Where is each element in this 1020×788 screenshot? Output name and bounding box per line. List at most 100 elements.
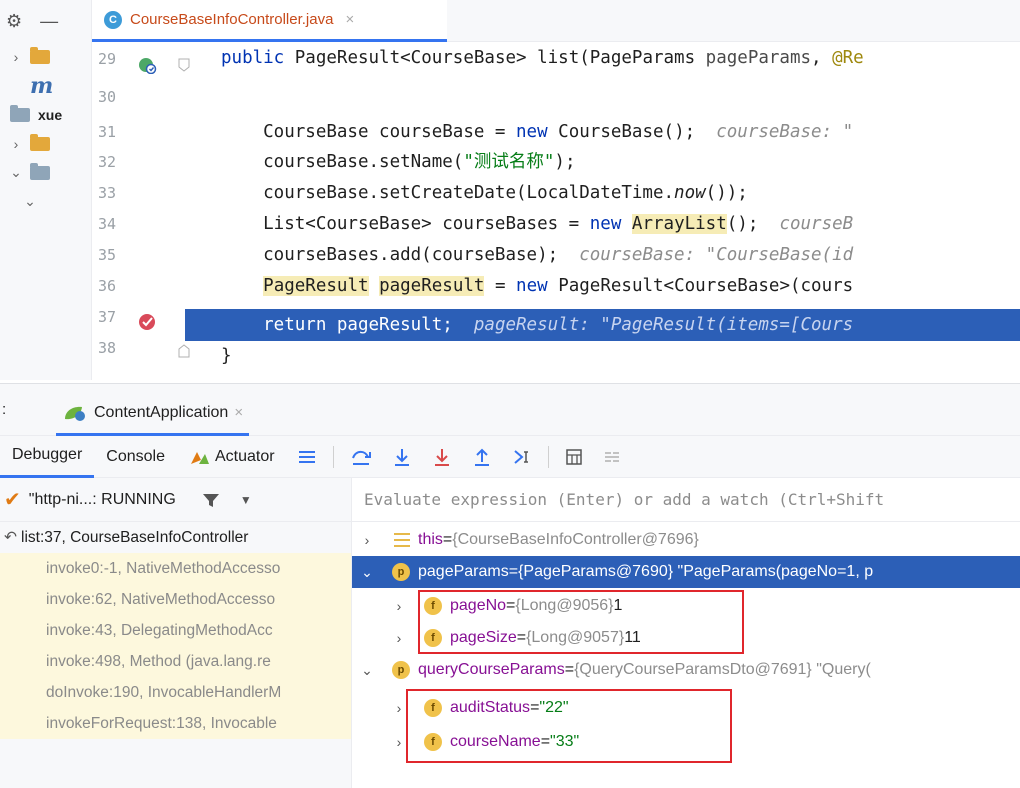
line-number: 30 bbox=[98, 88, 117, 106]
variables-panel: Evaluate expression (Enter) or add a wat… bbox=[352, 478, 1020, 788]
actuator-label: Actuator bbox=[214, 447, 275, 465]
filter-icon[interactable] bbox=[202, 492, 220, 508]
project-tree-item[interactable]: › bbox=[0, 129, 91, 158]
object-icon bbox=[394, 533, 410, 547]
variable-row-querycourseparams[interactable]: ⌄ p queryCourseParams = {QueryCoursePara… bbox=[352, 654, 1020, 686]
tool-window-label: : bbox=[2, 401, 7, 418]
folder-icon bbox=[30, 46, 50, 64]
variable-row-pageparams[interactable]: ⌄ p pageParams = {PageParams@7690} "Page… bbox=[352, 556, 1020, 588]
run-to-cursor-icon[interactable] bbox=[512, 447, 532, 467]
thread-selector[interactable]: ✔ "http-ni...: RUNNING ▼ bbox=[0, 478, 351, 522]
stack-frame[interactable]: ↶ list:37, CourseBaseInfoController bbox=[0, 522, 351, 553]
step-into-icon[interactable] bbox=[392, 447, 412, 467]
chevron-right-icon[interactable]: › bbox=[10, 136, 22, 152]
minimize-icon[interactable]: — bbox=[40, 11, 58, 32]
code-line-38: } bbox=[221, 346, 232, 366]
tab-console[interactable]: Console bbox=[94, 436, 177, 478]
evaluate-expression-input[interactable]: Evaluate expression (Enter) or add a wat… bbox=[352, 478, 1020, 522]
stack-frame[interactable]: invokeForRequest:138, Invocable bbox=[0, 708, 351, 739]
folder-icon bbox=[30, 133, 50, 151]
line-number: 37 bbox=[98, 308, 117, 326]
annotation-box-query-fields bbox=[406, 689, 732, 763]
code-line-36: PageResult pageResult = new PageResult<C… bbox=[263, 276, 854, 296]
annotation-box-page-fields bbox=[418, 590, 744, 654]
line-number: 29 bbox=[98, 50, 117, 68]
chevron-right-icon[interactable]: › bbox=[392, 734, 406, 750]
chevron-right-icon[interactable]: › bbox=[392, 700, 406, 716]
fold-end-icon[interactable] bbox=[178, 344, 190, 358]
stack-frame[interactable]: invoke:43, DelegatingMethodAcc bbox=[0, 615, 351, 646]
line-number: 31 bbox=[98, 123, 117, 141]
chevron-down-icon[interactable]: ⌄ bbox=[10, 164, 22, 181]
line-number: 38 bbox=[98, 339, 117, 357]
chevron-down-icon[interactable]: ⌄ bbox=[24, 193, 36, 210]
line-number: 35 bbox=[98, 246, 117, 264]
method-override-icon[interactable] bbox=[137, 54, 157, 74]
project-toolbar: ⚙ — bbox=[0, 0, 91, 42]
debugger-toolbar: Debugger Console Actuator bbox=[0, 436, 1020, 478]
fold-icon[interactable] bbox=[178, 58, 190, 72]
module-folder-icon bbox=[30, 162, 50, 180]
debug-tool-window: : ContentApplication × Debugger Console … bbox=[0, 383, 1020, 788]
chevron-right-icon[interactable]: › bbox=[360, 532, 374, 548]
force-step-into-icon[interactable] bbox=[432, 447, 452, 467]
stack-frame[interactable]: invoke:498, Method (java.lang.re bbox=[0, 646, 351, 677]
code-line-33: courseBase.setCreateDate(LocalDateTime.n… bbox=[221, 183, 748, 203]
trace-stream-icon[interactable] bbox=[603, 448, 621, 466]
layout-menu-icon[interactable] bbox=[297, 449, 317, 465]
parameter-icon: p bbox=[392, 563, 410, 581]
code-line-35: courseBases.add(courseBase); courseBase:… bbox=[221, 245, 854, 265]
chevron-down-icon[interactable]: ▼ bbox=[240, 493, 252, 507]
run-tab-label: ContentApplication bbox=[94, 403, 229, 421]
parameter-icon: p bbox=[392, 661, 410, 679]
thread-label: "http-ni...: RUNNING bbox=[28, 490, 176, 508]
maven-icon: m bbox=[30, 72, 54, 99]
step-out-icon[interactable] bbox=[472, 447, 492, 467]
chevron-down-icon[interactable]: ⌄ bbox=[360, 662, 374, 679]
stack-frame[interactable]: doInvoke:190, InvocableHandlerM bbox=[0, 677, 351, 708]
return-arrow-icon: ↶ bbox=[4, 529, 17, 546]
tab-debugger[interactable]: Debugger bbox=[0, 436, 95, 478]
project-tree-item[interactable]: ⌄ bbox=[0, 158, 91, 187]
project-tree-label: xue bbox=[38, 106, 63, 123]
code-line-32: courseBase.setName("测试名称"); bbox=[221, 152, 576, 172]
java-class-icon: C bbox=[104, 10, 122, 29]
tab-actuator[interactable]: Actuator bbox=[177, 436, 287, 478]
settings-icon[interactable]: ⚙ bbox=[6, 11, 22, 32]
project-panel: ⚙ — › m xue › ⌄ ⌄ bbox=[0, 0, 92, 380]
code-line-37: return pageResult; pageResult: "PageResu… bbox=[221, 315, 854, 335]
line-number: 32 bbox=[98, 153, 117, 171]
breakpoint-icon[interactable] bbox=[137, 312, 157, 332]
stack-frame[interactable]: invoke:62, NativeMethodAccesso bbox=[0, 584, 351, 615]
line-number: 36 bbox=[98, 277, 117, 295]
editor-tab-label: CourseBaseInfoController.java bbox=[130, 11, 334, 28]
project-tree-item[interactable]: ⌄ bbox=[0, 187, 91, 216]
close-icon[interactable]: × bbox=[234, 404, 243, 421]
chevron-right-icon[interactable]: › bbox=[10, 49, 22, 65]
frames-panel: ✔ "http-ni...: RUNNING ▼ ↶ list:37, Cours… bbox=[0, 478, 352, 788]
stack-frame[interactable]: invoke0:-1, NativeMethodAccesso bbox=[0, 553, 351, 584]
editor-area: ⚙ — › m xue › ⌄ ⌄ C CourseBaseInfoContro… bbox=[0, 0, 1020, 380]
module-folder-icon bbox=[10, 104, 30, 122]
chevron-right-icon[interactable]: › bbox=[392, 630, 406, 646]
line-number: 34 bbox=[98, 215, 117, 233]
code-editor[interactable]: public PageResult<CourseBase> list(PageP… bbox=[197, 42, 1020, 380]
project-tree-item[interactable]: › bbox=[0, 42, 91, 71]
step-over-icon[interactable] bbox=[350, 447, 372, 467]
code-line-31: CourseBase courseBase = new CourseBase()… bbox=[221, 122, 854, 142]
spring-boot-debug-icon bbox=[65, 406, 85, 421]
run-tab-bar: : ContentApplication × bbox=[0, 384, 1020, 436]
project-tree-item[interactable]: xue bbox=[0, 100, 91, 129]
chevron-down-icon[interactable]: ⌄ bbox=[360, 564, 374, 581]
actuator-icon bbox=[190, 451, 209, 464]
evaluate-expression-icon[interactable] bbox=[565, 448, 583, 466]
editor-tab-file[interactable]: C CourseBaseInfoController.java × bbox=[92, 0, 447, 42]
editor-tab-bar: C CourseBaseInfoController.java × bbox=[92, 0, 1020, 42]
project-tree-item[interactable]: m bbox=[0, 71, 91, 100]
close-icon[interactable]: × bbox=[345, 11, 354, 28]
chevron-right-icon[interactable]: › bbox=[392, 598, 406, 614]
code-line-29: public PageResult<CourseBase> list(PageP… bbox=[221, 48, 864, 68]
variable-row-this[interactable]: › this = {CourseBaseInfoController@7696} bbox=[352, 524, 1020, 556]
line-number-gutter: 29 30 31 32 33 34 35 36 37 38 bbox=[92, 42, 197, 380]
tab-content-application[interactable]: ContentApplication × bbox=[56, 392, 250, 436]
